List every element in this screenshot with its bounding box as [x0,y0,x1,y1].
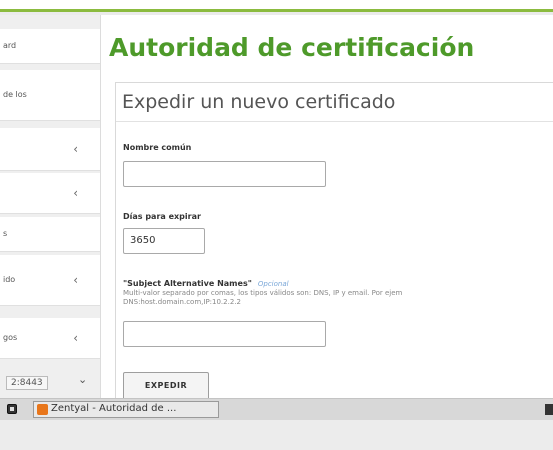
server-address-select[interactable]: 2:8443 ⌄ [0,373,88,391]
sidebar-item-modules[interactable]: de los [0,70,100,121]
san-help-text-line2: DNS:host.domain.com,IP:10.2.2.2 [123,298,241,306]
panel-header: Expedir un nuevo certificado [116,83,553,122]
san-input[interactable] [123,321,326,347]
main-content: Autoridad de certificación Expedir un nu… [101,15,553,402]
taskbar-window-button[interactable]: Zentyal - Autoridad de ... [33,401,219,418]
sidebar-item-3[interactable]: ‹ [0,128,100,171]
sidebar-item-label: s [3,229,8,238]
desktop-background [0,420,553,450]
expedir-button[interactable]: EXPEDIR [123,372,209,400]
san-label-text: "Subject Alternative Names" [123,279,252,288]
common-name-label: Nombre común [123,143,192,152]
taskbar: Zentyal - Autoridad de ... [0,398,553,420]
sidebar-item-6[interactable]: ido ‹ [0,255,100,306]
chevron-left-icon: ‹ [73,142,78,156]
sidebar-item-label: de los [3,90,27,99]
sidebar: ard de los ‹ ‹ s ido ‹ gos ‹ 2:8443 ⌄ [0,15,101,398]
chevron-down-icon: ⌄ [78,373,88,386]
sidebar-item-5[interactable]: s [0,217,100,252]
common-name-input[interactable] [123,161,326,187]
sidebar-item-label: ard [3,41,17,50]
firefox-icon [37,404,48,415]
page-title: Autoridad de certificación [109,33,475,62]
sidebar-item-label: gos [3,333,18,342]
taskbar-window-label: Zentyal - Autoridad de ... [51,403,177,414]
sidebar-item-7[interactable]: gos ‹ [0,318,100,359]
tray-indicator-icon [545,404,553,415]
browser-top-bar [0,0,553,12]
sidebar-item-label: ido [3,275,16,284]
server-address-value: 2:8443 [6,376,48,390]
days-to-expire-input[interactable]: 3650 [123,228,205,254]
optional-tag: Opcional [257,280,289,288]
chevron-left-icon: ‹ [73,331,78,345]
chevron-left-icon: ‹ [73,273,78,287]
chevron-left-icon: ‹ [73,186,78,200]
sidebar-item-4[interactable]: ‹ [0,173,100,214]
app-menu-icon[interactable] [7,404,17,414]
san-help-text-line1: Multi-valor separado por comas, los tipo… [123,289,403,297]
days-to-expire-label: Días para expirar [123,212,201,221]
san-label: "Subject Alternative Names" Opcional [123,279,289,288]
sidebar-item-dashboard[interactable]: ard [0,29,100,64]
panel-title: Expedir un nuevo certificado [122,91,396,113]
